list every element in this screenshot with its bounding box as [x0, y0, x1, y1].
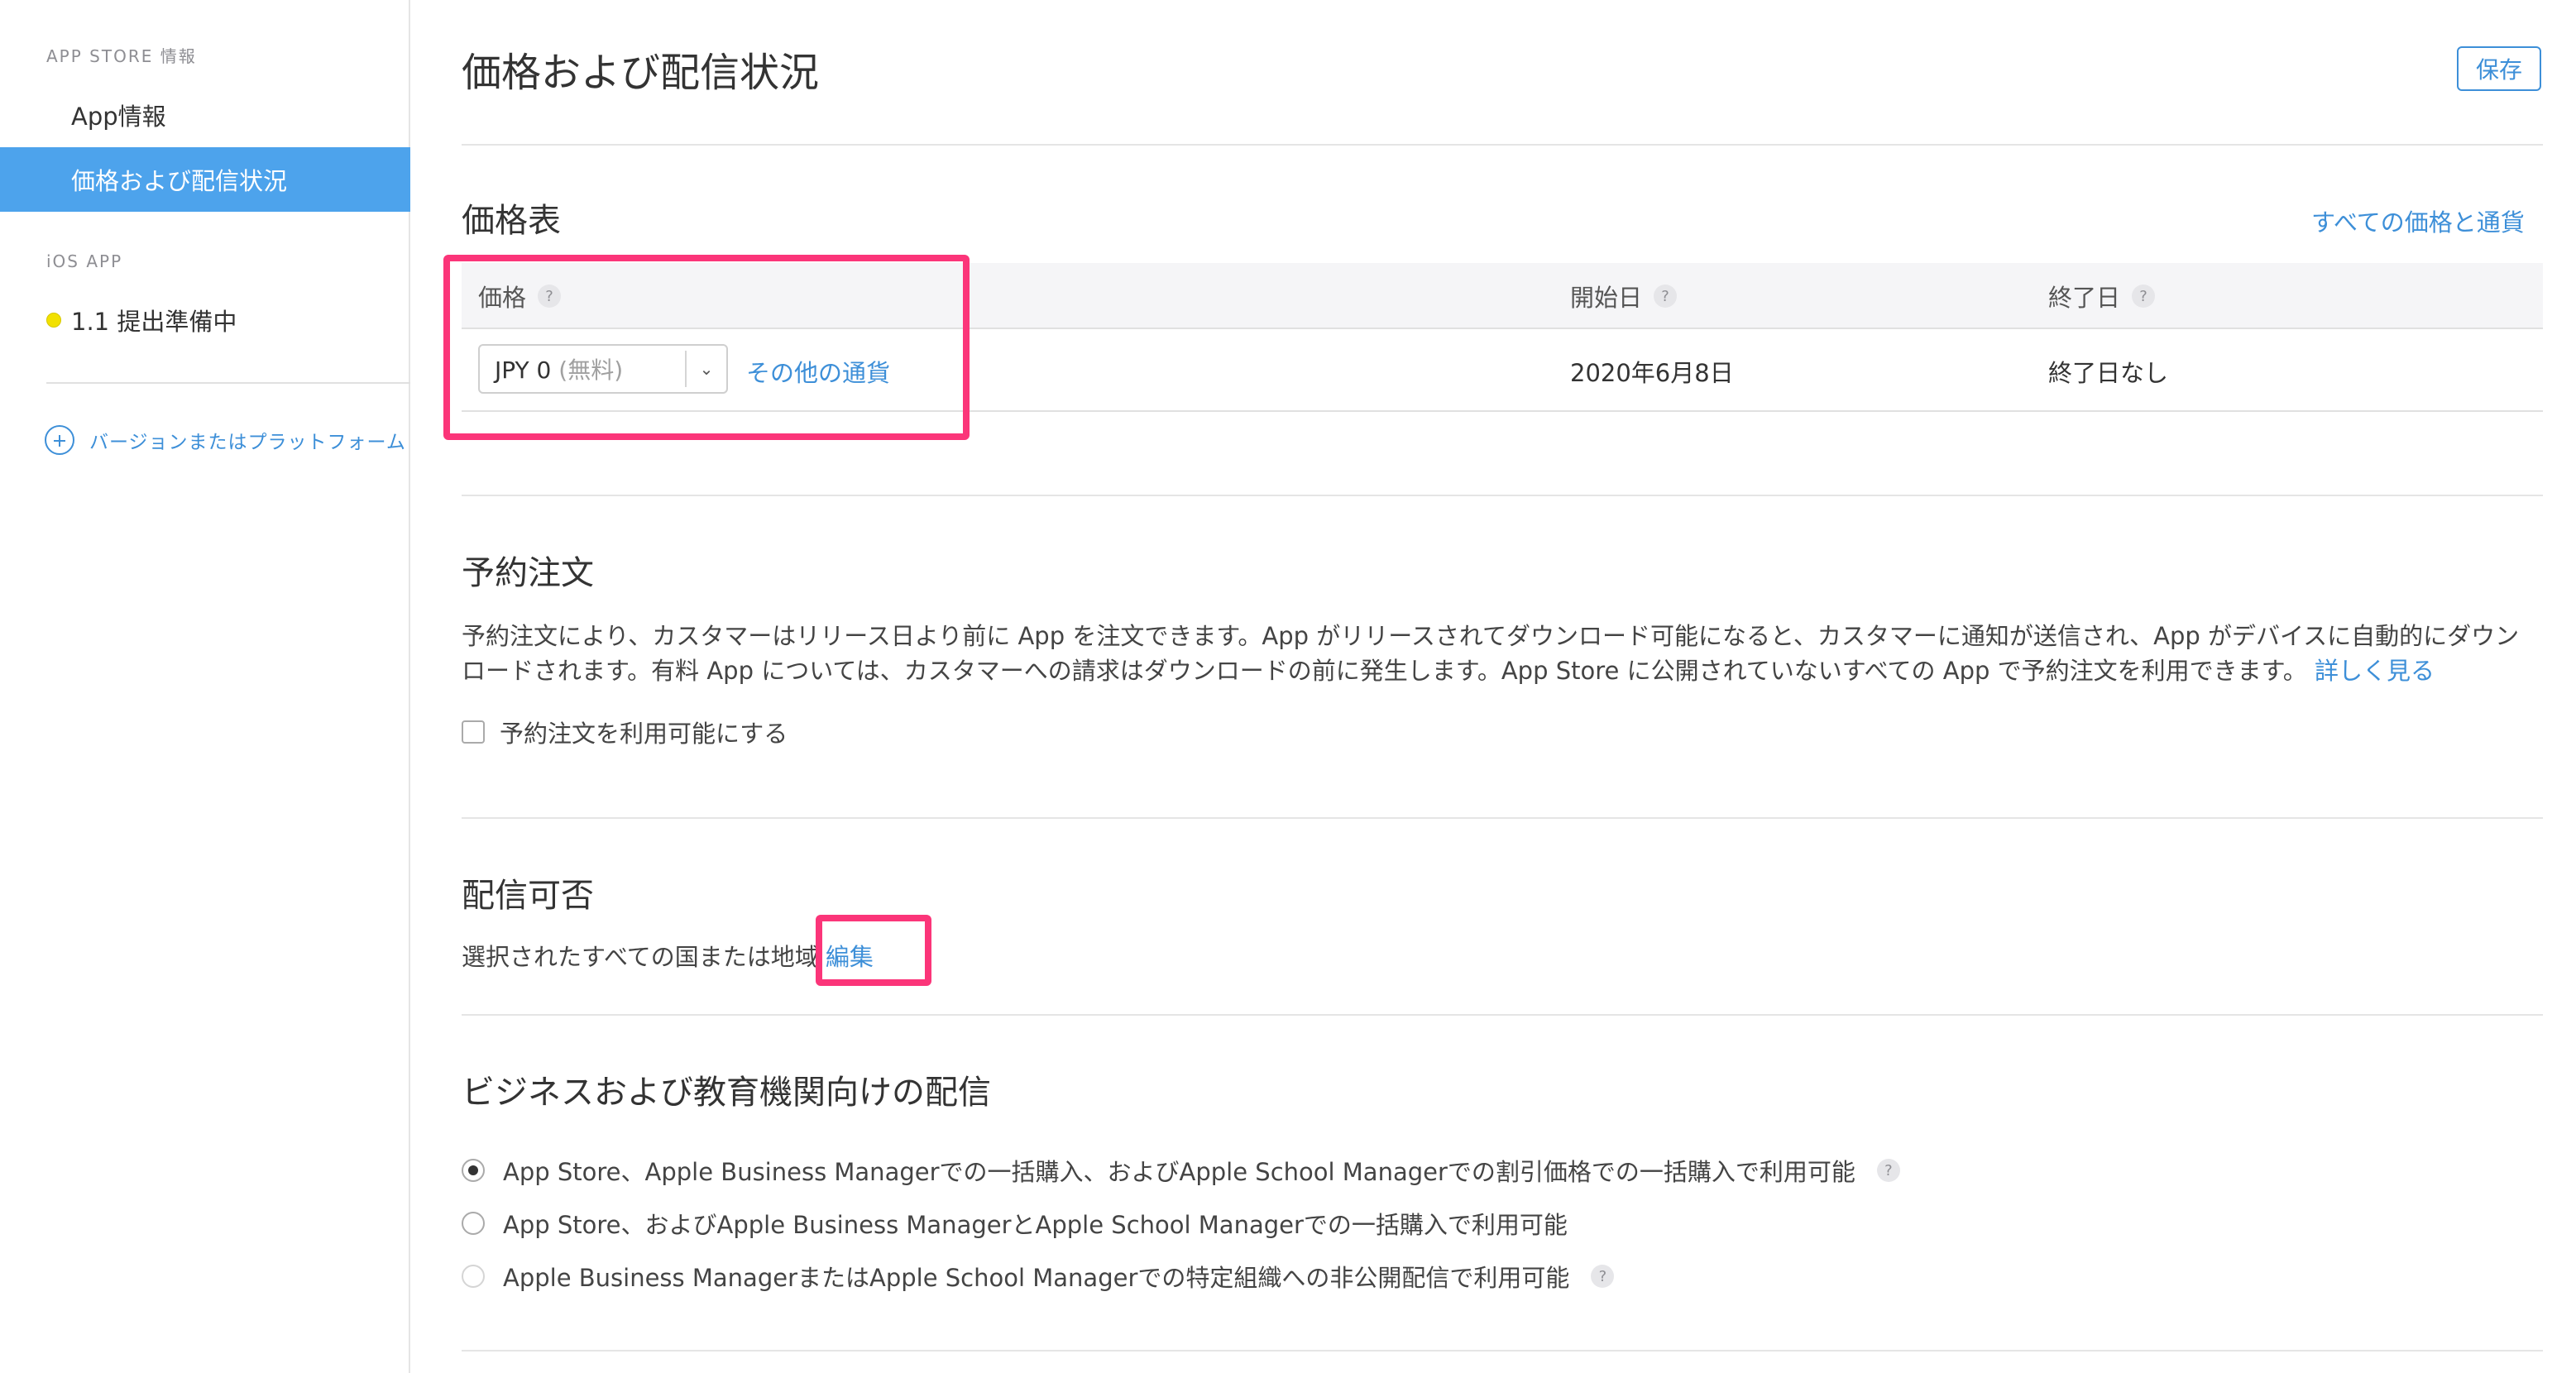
preorder-checkbox-label: 予約注文を利用可能にする: [500, 720, 788, 748]
availability-text: 選択されたすべての国または地域: [462, 943, 819, 971]
help-icon[interactable]: ?: [1591, 1265, 1615, 1288]
radio-button[interactable]: [462, 1265, 485, 1288]
add-version-label: バージョンまたはプラットフォーム: [89, 432, 406, 453]
preorder-description: 予約注文により、カスタマーはリリース日より前に App を注文できます。App …: [462, 619, 2538, 688]
sidebar-section-app-store: APP STORE 情報: [46, 46, 197, 66]
business-option-label: Apple Business ManagerまたはApple School Ma…: [503, 1264, 1570, 1292]
radio-button[interactable]: [462, 1212, 485, 1235]
divider: [462, 1014, 2543, 1016]
sidebar: APP STORE 情報 App情報 価格および配信状況 iOS APP 1.1…: [0, 0, 410, 1373]
help-icon[interactable]: ?: [2132, 285, 2156, 308]
business-option-3[interactable]: Apple Business ManagerまたはApple School Ma…: [462, 1259, 1615, 1294]
divider: [462, 1350, 2543, 1351]
sidebar-section-ios: iOS APP: [46, 251, 123, 271]
preorder-text: 予約注文により、カスタマーはリリース日より前に App を注文できます。App …: [462, 622, 2520, 685]
sidebar-item-app-info[interactable]: App情報: [0, 83, 410, 147]
add-version-button[interactable]: バージョンまたはプラットフォーム: [45, 425, 406, 455]
column-header-start-date: 開始日 ?: [1570, 263, 1678, 329]
column-header-end-date: 終了日 ?: [2048, 263, 2156, 329]
divider: [462, 144, 2543, 146]
highlight-box-price: [443, 255, 970, 440]
sidebar-item-version[interactable]: 1.1 提出準備中: [46, 303, 237, 337]
main-content: 価格および配信状況 保存 価格表 すべての価格と通貨 価格 ? 開始日 ? 終了…: [412, 0, 2576, 1373]
all-prices-link[interactable]: すべての価格と通貨: [2311, 203, 2525, 238]
availability-row: 選択されたすべての国または地域 編集: [462, 938, 874, 973]
save-button[interactable]: 保存: [2457, 46, 2541, 91]
preorder-checkbox-row[interactable]: 予約注文を利用可能にする: [462, 715, 788, 749]
start-date-value: 2020年6月8日: [1570, 359, 1734, 387]
column-label: 終了日: [2048, 284, 2121, 312]
preorder-title: 予約注文: [462, 554, 594, 592]
help-icon[interactable]: ?: [1654, 285, 1678, 308]
sidebar-item-pricing[interactable]: 価格および配信状況: [0, 147, 410, 212]
availability-title: 配信可否: [462, 877, 594, 915]
sidebar-divider: [46, 382, 410, 384]
version-label: 1.1 提出準備中: [71, 308, 237, 336]
learn-more-link[interactable]: 詳しく見る: [2315, 657, 2435, 685]
highlight-box-edit: [816, 915, 931, 986]
help-icon[interactable]: ?: [1876, 1159, 1900, 1182]
preorder-checkbox[interactable]: [462, 720, 485, 744]
divider: [462, 817, 2543, 819]
status-dot-icon: [46, 313, 61, 328]
business-option-2[interactable]: App Store、およびApple Business ManagerとAppl…: [462, 1206, 1568, 1241]
business-option-1[interactable]: App Store、Apple Business Managerでの一括購入、お…: [462, 1153, 1900, 1188]
end-date-value: 終了日なし: [2048, 359, 2169, 387]
divider: [462, 495, 2543, 496]
page-title: 価格および配信状況: [462, 50, 820, 96]
business-title: ビジネスおよび教育機関向けの配信: [462, 1074, 991, 1112]
radio-button-selected[interactable]: [462, 1159, 485, 1182]
price-table-title: 価格表: [462, 202, 561, 240]
business-option-label: App Store、Apple Business Managerでの一括購入、お…: [503, 1158, 1855, 1186]
business-option-label: App Store、およびApple Business ManagerとAppl…: [503, 1211, 1568, 1239]
column-label: 開始日: [1570, 284, 1643, 312]
plus-circle-icon: [45, 425, 74, 455]
